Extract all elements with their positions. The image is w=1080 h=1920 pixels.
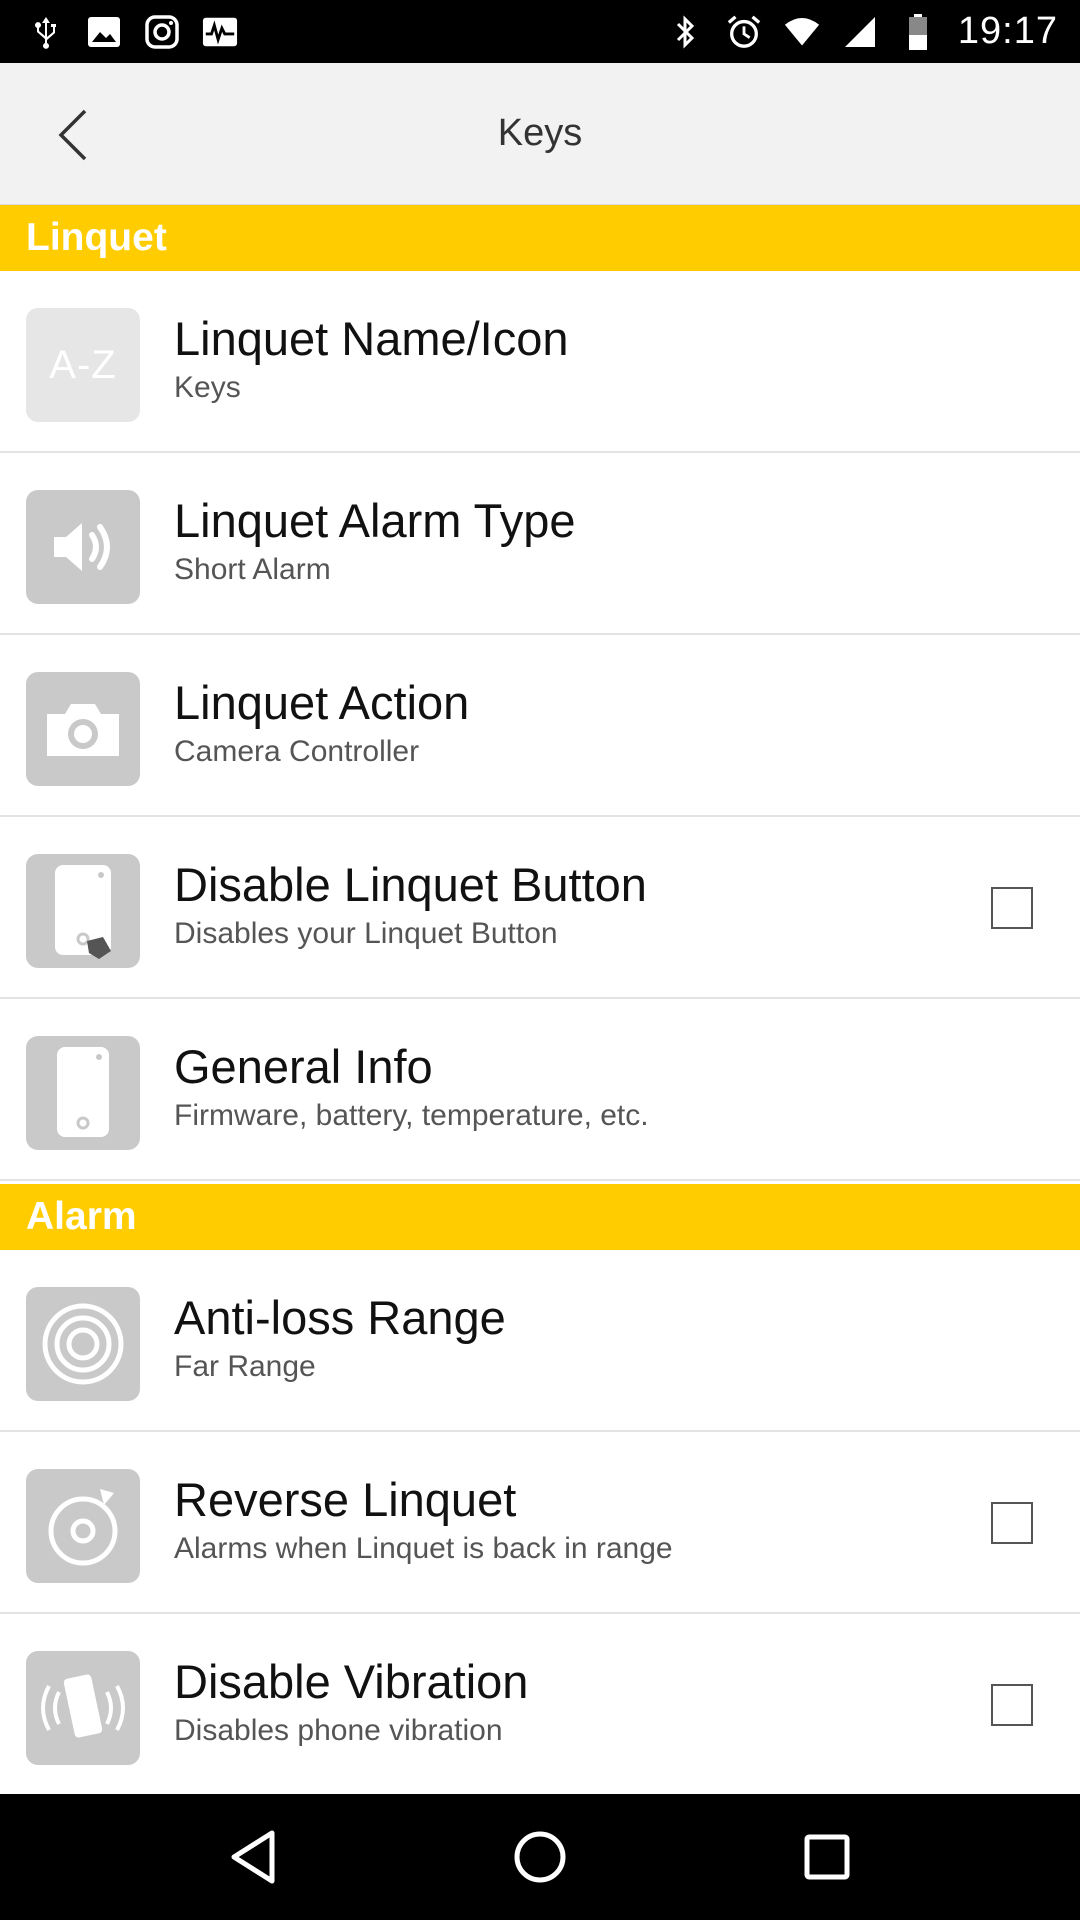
setting-row-alarm-type[interactable]: Linquet Alarm Type Short Alarm xyxy=(0,453,1080,635)
disable-button-checkbox[interactable] xyxy=(991,887,1033,929)
setting-row-reverse-linquet[interactable]: Reverse Linquet Alarms when Linquet is b… xyxy=(0,1432,1080,1614)
signal-icon xyxy=(842,14,878,50)
setting-row-name-icon[interactable]: A-Z Linquet Name/Icon Keys xyxy=(0,271,1080,453)
row-subtitle: Disables phone vibration xyxy=(174,1714,503,1747)
status-right-icons: 19:17 xyxy=(668,10,1058,53)
camera-icon xyxy=(26,672,140,786)
device-press-icon xyxy=(26,854,140,968)
system-nav-bar xyxy=(0,1794,1080,1920)
row-subtitle: Keys xyxy=(174,371,241,404)
row-title: Linquet Alarm Type xyxy=(174,494,576,547)
row-title: Disable Linquet Button xyxy=(174,858,647,911)
device-icon xyxy=(26,1036,140,1150)
setting-row-disable-button[interactable]: Disable Linquet Button Disables your Lin… xyxy=(0,817,1080,999)
back-triangle-icon[interactable] xyxy=(213,1817,293,1897)
range-icon xyxy=(26,1287,140,1401)
alarm-clock-icon xyxy=(726,14,762,50)
status-time: 19:17 xyxy=(957,10,1058,52)
disable-vibration-checkbox[interactable] xyxy=(991,1684,1033,1726)
bluetooth-icon xyxy=(668,14,704,50)
section-header-linquet: Linquet xyxy=(0,205,1080,271)
row-title: Reverse Linquet xyxy=(174,1473,517,1526)
row-subtitle: Firmware, battery, temperature, etc. xyxy=(174,1099,649,1132)
recents-square-icon[interactable] xyxy=(787,1817,867,1897)
a-z-icon: A-Z xyxy=(26,308,140,422)
row-subtitle: Short Alarm xyxy=(174,553,331,586)
image-icon xyxy=(86,14,122,50)
reverse-linquet-checkbox[interactable] xyxy=(991,1502,1033,1544)
vibration-icon xyxy=(26,1651,140,1765)
row-subtitle: Camera Controller xyxy=(174,735,420,768)
setting-row-action[interactable]: Linquet Action Camera Controller xyxy=(0,635,1080,817)
row-title: Linquet Action xyxy=(174,676,470,729)
activity-icon xyxy=(202,14,238,50)
status-bar: 19:17 xyxy=(0,0,1080,63)
row-title: Anti-loss Range xyxy=(174,1291,506,1344)
home-circle-icon[interactable] xyxy=(500,1817,580,1897)
battery-icon xyxy=(900,13,936,50)
row-title: General Info xyxy=(174,1040,433,1093)
row-subtitle: Disables your Linquet Button xyxy=(174,917,558,950)
row-subtitle: Alarms when Linquet is back in range xyxy=(174,1532,673,1565)
row-subtitle: Far Range xyxy=(174,1350,316,1383)
wifi-icon xyxy=(784,14,820,50)
chevron-left-icon xyxy=(58,109,87,161)
row-title: Disable Vibration xyxy=(174,1655,529,1708)
usb-icon xyxy=(28,14,64,50)
back-button[interactable] xyxy=(38,100,108,170)
setting-row-disable-vibration[interactable]: Disable Vibration Disables phone vibrati… xyxy=(0,1614,1080,1794)
status-left-icons xyxy=(28,14,238,50)
reverse-icon xyxy=(26,1469,140,1583)
section-header-alarm: Alarm xyxy=(0,1184,1080,1250)
speaker-icon xyxy=(26,490,140,604)
setting-row-anti-loss-range[interactable]: Anti-loss Range Far Range xyxy=(0,1250,1080,1432)
page-title: Keys xyxy=(497,112,583,154)
row-title: Linquet Name/Icon xyxy=(174,312,569,365)
app-bar: Keys xyxy=(0,63,1080,205)
instagram-icon xyxy=(144,14,180,50)
a-z-icon-text: A-Z xyxy=(49,342,117,387)
setting-row-general-info[interactable]: General Info Firmware, battery, temperat… xyxy=(0,999,1080,1181)
